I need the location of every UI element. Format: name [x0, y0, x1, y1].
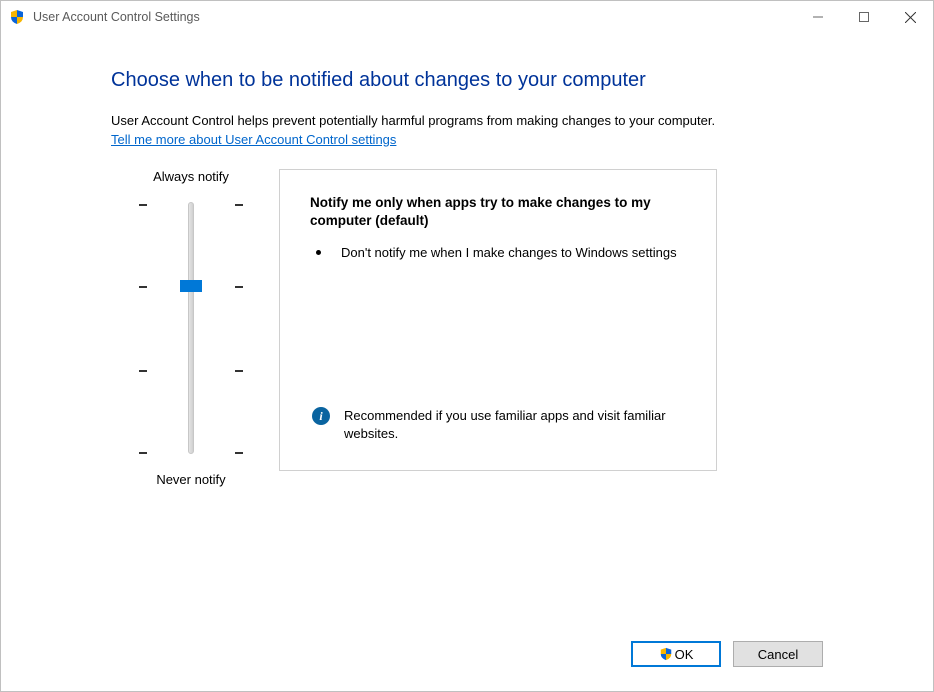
shield-icon — [659, 647, 673, 661]
cancel-button[interactable]: Cancel — [733, 641, 823, 667]
content-area: Choose when to be notified about changes… — [1, 33, 933, 691]
page-heading: Choose when to be notified about changes… — [111, 69, 823, 92]
bullet-icon — [316, 250, 321, 255]
uac-settings-window: User Account Control Settings Choose whe… — [0, 0, 934, 692]
detail-bullet: Don't notify me when I make changes to W… — [316, 244, 686, 262]
slider-tick — [139, 452, 147, 454]
slider-tick — [235, 204, 243, 206]
slider-tick — [235, 452, 243, 454]
slider-tick — [235, 370, 243, 372]
ok-button-label: OK — [675, 647, 694, 662]
window-controls — [795, 2, 933, 32]
window-title: User Account Control Settings — [33, 10, 200, 24]
slider-bottom-label: Never notify — [156, 472, 225, 487]
slider-tick — [139, 286, 147, 288]
dialog-buttons: OK Cancel — [631, 641, 823, 667]
slider-track — [188, 202, 194, 454]
recommendation-text: Recommended if you use familiar apps and… — [344, 407, 686, 443]
slider-top-label: Always notify — [153, 169, 229, 184]
body-area: Always notify Never notify Notify me onl… — [111, 169, 823, 487]
info-icon: i — [312, 407, 330, 425]
maximize-button[interactable] — [841, 2, 887, 32]
detail-panel: Notify me only when apps try to make cha… — [279, 169, 717, 471]
ok-button[interactable]: OK — [631, 641, 721, 667]
close-button[interactable] — [887, 2, 933, 32]
slider-tick — [139, 370, 147, 372]
detail-title: Notify me only when apps try to make cha… — [310, 194, 686, 230]
cancel-button-label: Cancel — [758, 647, 798, 662]
recommendation-row: i Recommended if you use familiar apps a… — [310, 407, 686, 443]
detail-bullet-text: Don't notify me when I make changes to W… — [341, 244, 677, 262]
slider-column: Always notify Never notify — [111, 169, 271, 487]
notification-level-slider[interactable] — [161, 202, 221, 454]
more-info-link[interactable]: Tell me more about User Account Control … — [111, 132, 396, 147]
shield-icon — [9, 9, 25, 25]
slider-thumb[interactable] — [180, 280, 202, 292]
title-bar: User Account Control Settings — [1, 1, 933, 33]
slider-tick — [139, 204, 147, 206]
description-text: User Account Control helps prevent poten… — [111, 112, 823, 130]
slider-tick — [235, 286, 243, 288]
minimize-button[interactable] — [795, 2, 841, 32]
